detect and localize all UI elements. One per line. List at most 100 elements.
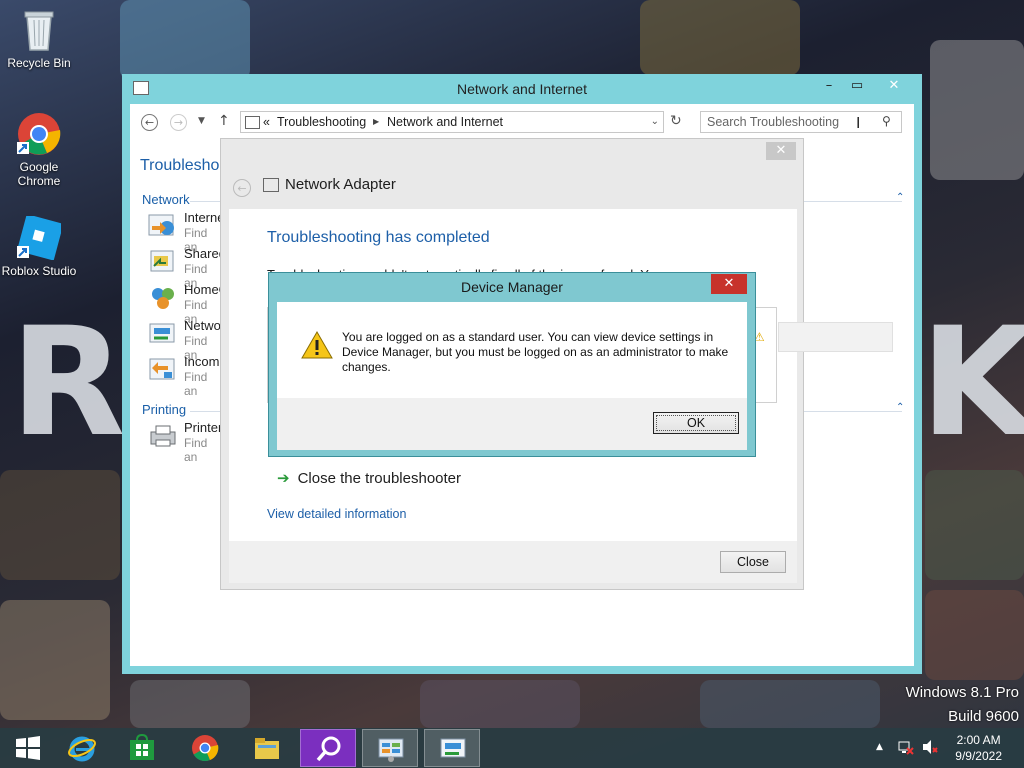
windows-logo-icon (16, 736, 40, 760)
printer-icon (148, 422, 178, 450)
breadcrumb-separator-icon[interactable]: ▶ (373, 112, 379, 132)
refresh-button[interactable]: ↻ (670, 113, 682, 129)
ok-button[interactable]: OK (653, 412, 739, 434)
collapse-network-icon[interactable]: ⌃ (896, 192, 904, 203)
section-divider (190, 411, 220, 412)
taskbar-internet-explorer[interactable] (54, 729, 110, 767)
item-title: Netwo (184, 318, 221, 333)
recent-locations-dropdown[interactable]: ▼ (198, 116, 205, 126)
show-hidden-icons-button[interactable]: ▲ (876, 742, 883, 752)
wallpaper-tile (120, 0, 250, 80)
dialog-close-button[interactable]: ✕ (711, 274, 747, 294)
close-troubleshooter-link[interactable]: ➔ Close the troubleshooter (277, 469, 461, 487)
control-panel-icon (378, 738, 404, 762)
chrome-icon (17, 112, 61, 156)
taskbar-network-adapter[interactable] (424, 729, 480, 767)
breadcrumb-network-and-internet[interactable]: Network and Internet (387, 112, 503, 132)
navigation-bar: ← → ▼ ↑ « Troubleshooting ▶ Network and … (130, 104, 914, 142)
view-detailed-information-link[interactable]: View detailed information (267, 507, 406, 521)
forward-button[interactable]: → (170, 114, 187, 131)
item-title: Printer (184, 420, 223, 435)
section-printing-title: Printing (142, 402, 187, 417)
issue-row-behind (778, 322, 893, 352)
network-status-icon[interactable] (898, 739, 914, 755)
desktop-icon-google-chrome[interactable]: Google Chrome (0, 112, 79, 188)
troubleshooter-close-x-button[interactable]: ✕ (766, 142, 796, 160)
minimize-button[interactable]: – (819, 76, 839, 96)
close-troubleshooter-label: Close the troubleshooter (297, 470, 462, 487)
search-icon[interactable]: ⚲ (882, 114, 891, 128)
store-icon (130, 734, 154, 760)
wallpaper-tile (0, 470, 120, 580)
wizard-header: Network Adapter (263, 176, 396, 198)
desktop-icon-recycle-bin[interactable]: Recycle Bin (0, 8, 79, 70)
taskbar-file-explorer[interactable] (239, 729, 295, 767)
search-input[interactable]: Search Troubleshooting (700, 111, 902, 133)
wallpaper-tile (925, 590, 1024, 680)
collapse-printing-icon[interactable]: ⌃ (896, 402, 904, 413)
page-title: Troubleshoo (140, 157, 229, 174)
dialog-content: You are logged on as a standard user. Yo… (277, 302, 747, 450)
network-adapter-icon (263, 178, 279, 193)
homegroup-icon (148, 284, 178, 312)
item-title: Interne (184, 210, 225, 225)
folder-icon (255, 738, 279, 759)
control-panel-icon (245, 116, 260, 129)
section-divider (802, 201, 902, 202)
taskbar-search[interactable] (300, 729, 356, 767)
address-bar[interactable]: « Troubleshooting ▶ Network and Internet… (240, 111, 664, 133)
desktop-icon-roblox-studio[interactable]: Roblox Studio (0, 214, 79, 278)
item-title: Incomi (184, 354, 223, 369)
device-manager-dialog: Device Manager ✕ You are logged on as a … (268, 272, 756, 457)
taskbar: ▲ 2:00 AM 9/9/2022 (0, 728, 1024, 768)
taskbar-chrome[interactable] (177, 729, 233, 767)
recycle-bin-icon (17, 8, 61, 52)
arrow-right-icon: ➔ (277, 470, 290, 487)
dialog-message: You are logged on as a standard user. Yo… (342, 330, 729, 374)
section-divider (190, 201, 220, 202)
start-button[interactable] (0, 729, 56, 767)
close-window-button[interactable]: ✕ (872, 76, 916, 96)
breadcrumb-troubleshooting[interactable]: Troubleshooting (277, 112, 366, 132)
network-adapter-icon (148, 320, 178, 348)
back-button[interactable]: ← (141, 114, 158, 131)
dialog-button-area: OK (277, 398, 747, 450)
wizard-header-title: Network Adapter (285, 176, 396, 193)
clock-time: 2:00 AM (956, 733, 1001, 747)
network-adapter-icon (440, 738, 466, 758)
section-divider (802, 411, 902, 412)
taskbar-store[interactable] (114, 729, 170, 767)
volume-muted-icon[interactable] (922, 739, 938, 755)
taskbar-control-panel[interactable] (362, 729, 418, 767)
wallpaper-tile (420, 680, 580, 728)
desktop-icon-label: Roblox Studio (1, 264, 77, 278)
up-button[interactable]: ↑ (218, 113, 230, 129)
text-cursor-icon: I (856, 114, 861, 132)
internet-explorer-icon (68, 736, 96, 762)
desktop-icon-label: Google (19, 160, 59, 174)
internet-connections-icon (148, 212, 178, 240)
roblox-studio-icon (16, 214, 64, 261)
maximize-button[interactable]: ▭ (845, 76, 869, 96)
system-clock[interactable]: 2:00 AM 9/9/2022 (955, 732, 1002, 764)
windows-build-watermark: Build 9600 (948, 708, 1019, 725)
search-icon (316, 736, 341, 762)
clock-date: 9/9/2022 (955, 749, 1002, 763)
close-button[interactable]: Close (720, 551, 786, 573)
wallpaper-tile (640, 0, 800, 75)
incoming-connections-icon (148, 356, 178, 384)
warning-icon (301, 330, 333, 363)
wizard-footer: Close (229, 541, 797, 583)
item-description: Find an (184, 436, 208, 464)
wizard-heading: Troubleshooting has completed (267, 229, 490, 246)
shared-folders-icon (148, 248, 178, 276)
chrome-icon (192, 735, 219, 762)
wallpaper-tile (930, 40, 1024, 180)
window-titlebar[interactable]: Network and Internet – ▭ ✕ (122, 74, 922, 104)
wallpaper-tile (130, 680, 250, 728)
wizard-back-button[interactable]: ← (233, 179, 251, 197)
wallpaper-tile (700, 680, 880, 728)
chevron-down-icon[interactable]: ⌄ (651, 112, 659, 132)
breadcrumb-overflow[interactable]: « (263, 112, 270, 132)
wallpaper-tile (925, 470, 1024, 580)
